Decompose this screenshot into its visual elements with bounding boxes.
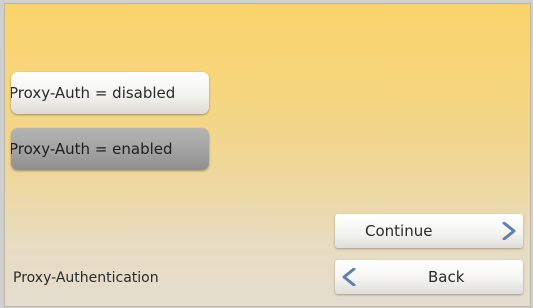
chevron-left-icon	[342, 268, 356, 286]
back-label: Back	[428, 268, 465, 286]
continue-label: Continue	[365, 222, 433, 240]
back-button[interactable]: Back	[335, 260, 523, 294]
proxy-auth-disabled-button[interactable]: Proxy-Auth = disabled	[11, 72, 209, 114]
continue-button[interactable]: Continue	[335, 214, 523, 248]
proxy-auth-screen: Proxy-Auth = disabled Proxy-Auth = enabl…	[4, 3, 531, 307]
screen-title: Proxy-Authentication	[13, 270, 159, 286]
proxy-auth-disabled-label: Proxy-Auth = disabled	[11, 84, 176, 102]
proxy-auth-enabled-label: Proxy-Auth = enabled	[11, 140, 173, 158]
chevron-right-icon	[502, 222, 516, 240]
proxy-auth-enabled-button[interactable]: Proxy-Auth = enabled	[11, 128, 209, 170]
